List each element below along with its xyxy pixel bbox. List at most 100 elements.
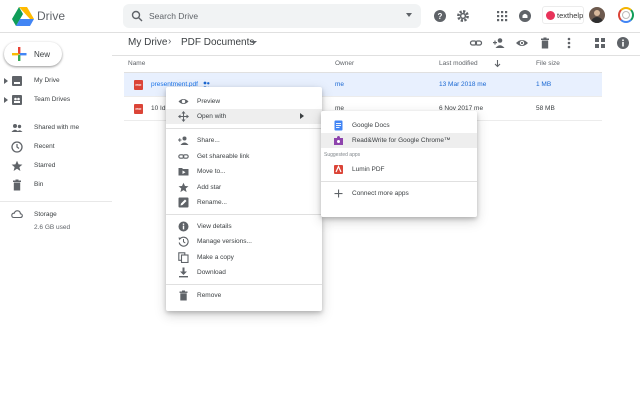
- texthelp-extension-button[interactable]: texthelp: [542, 6, 584, 24]
- shared-icon: [11, 122, 23, 134]
- menu-item-rename[interactable]: Rename...: [166, 195, 322, 210]
- plus-icon: [11, 46, 27, 62]
- gear-icon[interactable]: [456, 9, 470, 23]
- submenu-item-label: Lumin PDF: [352, 166, 385, 173]
- texthelp-label: texthelp: [557, 11, 584, 20]
- menu-item-view-details[interactable]: View details: [166, 219, 322, 234]
- sidebar-item-label: Shared with me: [34, 124, 80, 131]
- menu-divider: [166, 128, 322, 129]
- grid-view-icon[interactable]: [593, 36, 607, 50]
- menu-item-share[interactable]: Share...: [166, 133, 322, 148]
- sidebar-item-label: Bin: [34, 181, 44, 188]
- info-icon[interactable]: [616, 36, 630, 50]
- menu-item-make-a-copy[interactable]: Make a copy: [166, 250, 322, 265]
- sidebar-item-shared-with-me[interactable]: Shared with me: [0, 119, 112, 137]
- sidebar-item-bin[interactable]: Bin: [0, 176, 112, 194]
- menu-item-label: Share...: [197, 137, 220, 144]
- menu-item-remove[interactable]: Remove: [166, 288, 322, 303]
- history-icon: [178, 236, 189, 247]
- folder-menu-chevron-down-icon[interactable]: [251, 41, 257, 44]
- toolbar-divider: [112, 55, 640, 56]
- account-ring-icon[interactable]: [618, 7, 634, 23]
- read-write-puzzle-icon: [333, 135, 344, 146]
- eye-preview-icon[interactable]: [515, 36, 529, 50]
- pencil-icon: [178, 197, 189, 208]
- sidebar-divider: [0, 201, 112, 202]
- menu-item-label: Manage versions...: [197, 238, 252, 245]
- file-size: 1 MB: [536, 81, 552, 88]
- search-bar[interactable]: Search Drive: [123, 4, 421, 28]
- pdf-file-icon: [134, 80, 143, 90]
- sidebar-item-recent[interactable]: Recent: [0, 138, 112, 156]
- submenu-item-read-and-write[interactable]: Read&Write for Google Chrome™: [321, 133, 477, 148]
- storage-used: 2.6 GB used: [34, 224, 71, 231]
- submenu-item-label: Connect more apps: [352, 190, 409, 197]
- context-menu: Preview Open with Share... Get shareable…: [166, 87, 322, 311]
- file-name[interactable]: 10 Id: [151, 105, 165, 112]
- sidebar-item-label: Recent: [34, 143, 55, 150]
- my-drive-icon: [11, 75, 23, 87]
- add-person-icon: [178, 135, 189, 146]
- menu-divider: [166, 214, 322, 215]
- lumin-pdf-icon: [333, 164, 344, 175]
- menu-item-manage-versions[interactable]: Manage versions...: [166, 234, 322, 249]
- submenu-item-connect-more-apps[interactable]: Connect more apps: [321, 186, 477, 201]
- column-header-owner[interactable]: Owner: [335, 60, 354, 67]
- submenu-item-google-docs[interactable]: Google Docs: [321, 118, 477, 133]
- sidebar-item-team-drives[interactable]: Team Drives: [0, 91, 112, 109]
- folder-move-icon: [178, 166, 189, 177]
- storage-label[interactable]: Storage: [34, 211, 57, 218]
- notifications-icon[interactable]: [518, 9, 532, 23]
- sidebar-item-label: My Drive: [34, 77, 60, 84]
- sort-arrow-down-icon[interactable]: [493, 59, 502, 68]
- new-button[interactable]: New: [4, 42, 62, 66]
- drive-logo-icon[interactable]: [12, 6, 34, 26]
- column-header-last-modified[interactable]: Last modified: [439, 60, 478, 67]
- trash-icon: [11, 179, 23, 191]
- avatar[interactable]: [589, 7, 605, 23]
- breadcrumb-my-drive[interactable]: My Drive: [128, 37, 167, 48]
- menu-item-move-to[interactable]: Move to...: [166, 164, 322, 179]
- expand-arrow-icon[interactable]: [4, 97, 8, 103]
- menu-item-download[interactable]: Download: [166, 265, 322, 280]
- move-arrows-icon: [178, 111, 189, 122]
- submenu-item-label: Read&Write for Google Chrome™: [352, 137, 451, 144]
- submenu-arrow-icon: [300, 113, 304, 119]
- new-button-label: New: [34, 50, 51, 59]
- help-icon[interactable]: ?: [433, 9, 447, 23]
- sidebar-item-my-drive[interactable]: My Drive: [0, 72, 112, 90]
- menu-item-add-star[interactable]: Add star: [166, 180, 322, 195]
- menu-item-label: Move to...: [197, 168, 226, 175]
- more-vert-icon[interactable]: [562, 36, 576, 50]
- link-icon[interactable]: [469, 36, 483, 50]
- column-header-file-size[interactable]: File size: [536, 60, 560, 67]
- menu-item-preview[interactable]: Preview: [166, 94, 322, 109]
- expand-arrow-icon[interactable]: [4, 78, 8, 84]
- menu-item-label: Get shareable link: [197, 153, 250, 160]
- menu-item-get-shareable-link[interactable]: Get shareable link: [166, 149, 322, 164]
- star-icon: [11, 160, 23, 172]
- apps-grid-icon[interactable]: [495, 9, 509, 23]
- menu-item-label: View details: [197, 223, 232, 230]
- sidebar-item-starred[interactable]: Starred: [0, 157, 112, 175]
- link-icon: [178, 151, 189, 162]
- search-input[interactable]: Search Drive: [149, 11, 198, 21]
- sidebar-item-label: Starred: [34, 162, 56, 169]
- trash-icon[interactable]: [538, 36, 552, 50]
- pdf-file-icon: [134, 104, 143, 114]
- menu-item-label: Download: [197, 269, 226, 276]
- menu-item-open-with[interactable]: Open with: [166, 109, 322, 124]
- breadcrumb-separator: ›: [168, 36, 172, 47]
- add-person-icon[interactable]: [492, 36, 506, 50]
- file-owner: me: [335, 81, 345, 88]
- breadcrumb-current-folder[interactable]: PDF Documents: [181, 37, 254, 48]
- column-header-name[interactable]: Name: [128, 60, 145, 67]
- google-docs-icon: [333, 120, 344, 131]
- file-modified: 13 Mar 2018 me: [439, 81, 487, 88]
- submenu-item-lumin-pdf[interactable]: Lumin PDF: [321, 162, 477, 177]
- cloud-icon: [11, 208, 23, 220]
- search-icon[interactable]: [131, 10, 143, 22]
- app-name: Drive: [37, 9, 66, 23]
- search-options-chevron-down-icon[interactable]: [406, 13, 412, 17]
- open-with-submenu: Google Docs Read&Write for Google Chrome…: [321, 111, 477, 217]
